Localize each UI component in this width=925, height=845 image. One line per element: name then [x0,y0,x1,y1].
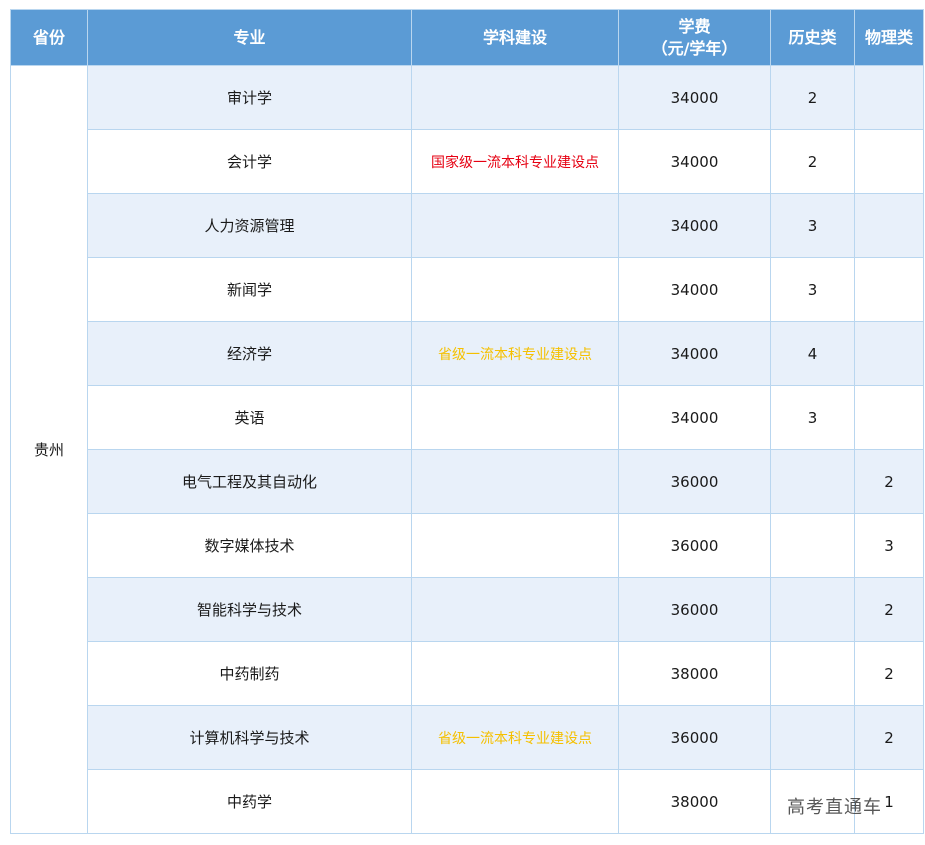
province-cell: 贵州 [10,65,88,834]
table-body: 贵州 审计学 34000 2 会计学 国家级一流本科专业建设点 34000 2 人力资源管理 34… [10,65,924,834]
tuition-cell: 34000 [618,65,771,130]
discipline-cell [411,577,619,642]
physics-cell: 3 [854,513,924,578]
table-row: 数字媒体技术 36000 3 [11,513,924,578]
discipline-label: 国家级一流本科专业建设点 [431,154,599,171]
major-cell: 数字媒体技术 [87,513,412,578]
physics-cell: 2 [854,449,924,514]
tuition-cell: 38000 [618,641,771,706]
table-row: 智能科学与技术 36000 2 [11,577,924,642]
tuition-cell: 34000 [618,385,771,450]
physics-cell [854,65,924,130]
header-history: 历史类 [770,9,855,66]
discipline-cell: 省级一流本科专业建设点 [411,705,619,770]
history-cell: 3 [770,257,855,322]
discipline-cell [411,769,619,834]
table-row: 计算机科学与技术 省级一流本科专业建设点 36000 2 [11,705,924,770]
major-cell: 会计学 [87,129,412,194]
header-physics: 物理类 [854,9,924,66]
discipline-cell [411,385,619,450]
history-cell: 4 [770,321,855,386]
discipline-cell [411,449,619,514]
major-cell: 新闻学 [87,257,412,322]
header-tuition-line1: 学费 [678,16,711,36]
major-cell: 经济学 [87,321,412,386]
table-row: 中药制药 38000 2 [11,641,924,706]
physics-cell: 2 [854,705,924,770]
major-cell: 人力资源管理 [87,193,412,258]
tuition-cell: 38000 [618,769,771,834]
history-cell: 3 [770,193,855,258]
discipline-cell: 省级一流本科专业建设点 [411,321,619,386]
table-row: 英语 34000 3 [11,385,924,450]
table-row: 经济学 省级一流本科专业建设点 34000 4 [11,321,924,386]
history-cell [770,577,855,642]
history-cell: 2 [770,65,855,130]
discipline-label: 省级一流本科专业建设点 [438,346,592,363]
tuition-cell: 36000 [618,449,771,514]
major-cell: 中药制药 [87,641,412,706]
watermark-text: 高考直通车 [787,797,882,818]
physics-cell [854,129,924,194]
enrollment-table: 省份 专业 学科建设 学费 （元/学年） 历史类 物理类 贵州 审计学 34000 2… [10,9,924,834]
history-cell [770,513,855,578]
table-row: 会计学 国家级一流本科专业建设点 34000 2 [11,129,924,194]
table-row: 贵州 审计学 34000 2 [10,65,924,834]
header-tuition-line2: （元/学年） [651,38,738,58]
header-discipline: 学科建设 [411,9,619,66]
major-cell: 电气工程及其自动化 [87,449,412,514]
physics-cell: 2 [854,641,924,706]
history-cell: 2 [770,129,855,194]
discipline-label: 省级一流本科专业建设点 [438,730,592,747]
header-major: 专业 [87,9,412,66]
history-cell [770,641,855,706]
major-cell: 智能科学与技术 [87,577,412,642]
major-cell: 中药学 [87,769,412,834]
discipline-cell [411,641,619,706]
discipline-cell [411,513,619,578]
physics-cell [854,385,924,450]
tuition-cell: 34000 [618,257,771,322]
physics-cell [854,193,924,258]
tuition-cell: 36000 [618,705,771,770]
major-cell: 计算机科学与技术 [87,705,412,770]
header-tuition: 学费 （元/学年） [618,9,771,66]
discipline-cell [411,65,619,130]
major-cell: 审计学 [87,65,412,130]
table-row: 人力资源管理 34000 3 [11,193,924,258]
physics-cell: 2 [854,577,924,642]
tuition-cell: 36000 [618,577,771,642]
tuition-cell: 34000 [618,193,771,258]
history-cell [770,449,855,514]
table-header-row: 省份 专业 学科建设 学费 （元/学年） 历史类 物理类 [10,9,924,66]
major-cell: 英语 [87,385,412,450]
history-cell: 3 [770,385,855,450]
discipline-cell [411,257,619,322]
tuition-cell: 34000 [618,321,771,386]
table-row: 新闻学 34000 3 [11,257,924,322]
history-cell [770,705,855,770]
physics-cell [854,321,924,386]
table-row: 电气工程及其自动化 36000 2 [11,449,924,514]
header-province: 省份 [10,9,88,66]
discipline-cell: 国家级一流本科专业建设点 [411,129,619,194]
tuition-cell: 36000 [618,513,771,578]
physics-cell [854,257,924,322]
tuition-cell: 34000 [618,129,771,194]
discipline-cell [411,193,619,258]
